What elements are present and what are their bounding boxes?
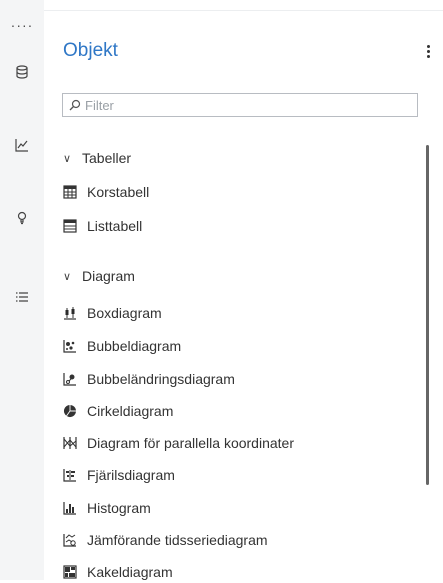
item-label: Histogram — [87, 500, 151, 516]
list-item-bubbeldiagram[interactable]: Bubbeldiagram — [63, 335, 181, 357]
chevron-down-icon: ∨ — [63, 270, 72, 283]
item-label: Fjärilsdiagram — [87, 467, 175, 483]
list-icon[interactable] — [0, 282, 44, 312]
list-item-bubbelandringsdiagram[interactable]: Bubbeländringsdiagram — [63, 368, 235, 390]
list-table-icon — [63, 219, 77, 233]
list-item-cirkeldiagram[interactable]: Cirkeldiagram — [63, 400, 173, 422]
list-item-fjarilsdiagram[interactable]: Fjärilsdiagram — [63, 464, 175, 486]
bubble-chart-icon — [63, 339, 77, 353]
time-series-compare-icon — [63, 533, 77, 547]
crosstab-icon — [63, 185, 77, 199]
bubble-change-icon — [63, 372, 77, 386]
panel-title: Objekt — [63, 40, 118, 61]
item-label: Kakeldiagram — [87, 564, 173, 580]
left-rail: ···· — [0, 0, 44, 580]
scrollbar[interactable] — [426, 145, 429, 485]
group-header-tabeller[interactable]: ∨ Tabeller — [63, 150, 131, 166]
lightbulb-icon[interactable] — [0, 203, 44, 233]
list-item-parallella-koordinater[interactable]: Diagram för parallella koordinater — [63, 432, 294, 454]
parallel-coordinates-icon — [63, 436, 77, 450]
line-chart-icon[interactable] — [0, 130, 44, 160]
pie-chart-icon — [63, 404, 77, 418]
database-icon[interactable] — [0, 57, 44, 87]
box-plot-icon — [63, 306, 77, 320]
top-divider — [44, 10, 443, 11]
more-dots-icon[interactable]: ···· — [0, 10, 44, 40]
item-label: Listtabell — [87, 218, 143, 234]
list-item-jamforande-tidsserie[interactable]: Jämförande tidsseriediagram — [63, 529, 268, 551]
item-label: Diagram för parallella koordinater — [87, 435, 294, 451]
tile-chart-icon — [63, 565, 77, 579]
list-item-histogram[interactable]: Histogram — [63, 497, 151, 519]
list-item-listtabell[interactable]: Listtabell — [63, 215, 142, 237]
butterfly-chart-icon — [63, 468, 77, 482]
chevron-down-icon: ∨ — [63, 152, 72, 165]
group-label: Diagram — [82, 268, 135, 284]
item-label: Korstabell — [87, 184, 150, 200]
group-header-diagram[interactable]: ∨ Diagram — [63, 268, 135, 284]
list-item-boxdiagram[interactable]: Boxdiagram — [63, 302, 162, 324]
item-label: Bubbeländringsdiagram — [87, 371, 235, 387]
item-label: Jämförande tidsseriediagram — [87, 532, 268, 548]
list-item-korstabell[interactable]: Korstabell — [63, 181, 149, 203]
filter-field[interactable] — [62, 93, 418, 117]
item-label: Cirkeldiagram — [87, 403, 174, 419]
group-label: Tabeller — [82, 150, 132, 166]
search-icon — [69, 99, 81, 111]
item-label: Bubbeldiagram — [87, 338, 182, 354]
more-options-icon[interactable] — [422, 40, 434, 62]
histogram-icon — [63, 501, 77, 515]
item-label: Boxdiagram — [87, 305, 162, 321]
filter-input[interactable] — [81, 97, 385, 113]
